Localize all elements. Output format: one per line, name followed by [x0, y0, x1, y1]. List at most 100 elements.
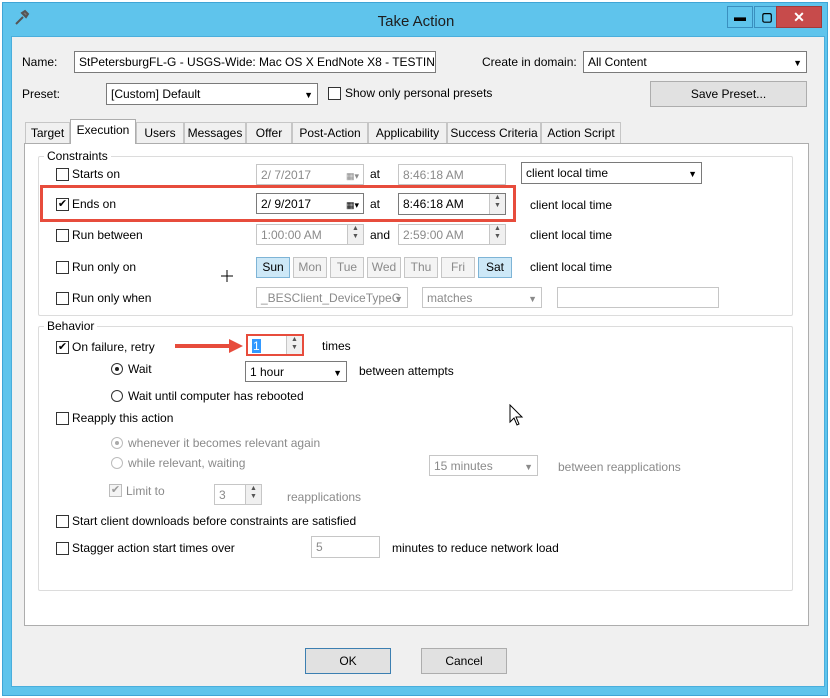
run-only-on-checkbox[interactable]	[56, 261, 69, 274]
timezone-value: client local time	[526, 166, 609, 180]
between-reapplications-label: between reapplications	[558, 460, 681, 474]
personal-presets-label: Show only personal presets	[345, 86, 493, 100]
ends-on-tz-label: client local time	[530, 198, 613, 212]
stagger-minutes-input[interactable]: 5	[311, 536, 380, 558]
retry-checkbox[interactable]: ✔	[56, 341, 69, 354]
reapplications-label: reapplications	[287, 490, 362, 504]
run-only-when-operator-select[interactable]: matches ▼	[422, 287, 542, 308]
run-between-tz-label: client local time	[530, 228, 613, 242]
run-only-when-checkbox[interactable]	[56, 292, 69, 305]
day-wed-toggle[interactable]: Wed	[367, 257, 401, 278]
run-between-end-input[interactable]: 2:59:00 AM ▲ ▼	[398, 224, 506, 245]
chevron-down-icon: ▼	[793, 58, 802, 68]
crosshair-cursor-icon	[221, 270, 233, 282]
relevant-again-radio[interactable]	[111, 437, 123, 449]
calendar-icon: ▦▾	[345, 171, 359, 181]
ends-on-date-picker[interactable]: 2/ 9/2017 ▦▾	[256, 193, 364, 214]
run-only-when-property-select[interactable]: _BESClient_DeviceTypeC ▼	[256, 287, 408, 308]
close-button[interactable]: ✕	[776, 6, 822, 28]
wait-label: Wait	[128, 362, 152, 376]
day-tue-toggle[interactable]: Tue	[330, 257, 364, 278]
wait-interval-select[interactable]: 1 hour ▼	[245, 361, 347, 382]
name-input[interactable]: StPetersburgFL-G - USGS-Wide: Mac OS X E…	[74, 51, 436, 73]
day-fri-toggle[interactable]: Fri	[441, 257, 475, 278]
run-between-start-spinner[interactable]: ▲ ▼	[347, 225, 363, 244]
run-between-end-spinner[interactable]: ▲ ▼	[489, 225, 505, 244]
ends-on-label: Ends on	[72, 197, 117, 211]
run-between-checkbox[interactable]	[56, 229, 69, 242]
domain-select[interactable]: All Content ▼	[583, 51, 807, 73]
wait-reboot-label: Wait until computer has rebooted	[128, 389, 304, 403]
tab-messages[interactable]: Messages	[184, 122, 246, 143]
preset-select[interactable]: [Custom] Default ▼	[106, 83, 318, 105]
run-only-when-value-input[interactable]	[557, 287, 719, 308]
retry-count: 1	[252, 339, 261, 353]
calendar-icon: ▦▾	[345, 200, 359, 210]
retry-count-spinner[interactable]: ▲ ▼	[286, 336, 302, 354]
between-attempts-label: between attempts	[359, 364, 454, 378]
save-preset-button[interactable]: Save Preset...	[650, 81, 807, 107]
limit-count-spinner[interactable]: ▲ ▼	[245, 485, 261, 504]
tab-action-script[interactable]: Action Script	[541, 122, 621, 143]
retry-count-input[interactable]: 1 ▲ ▼	[246, 334, 304, 356]
name-label: Name:	[22, 55, 58, 69]
tab-execution[interactable]: Execution	[70, 119, 136, 144]
tab-offer[interactable]: Offer	[246, 122, 292, 143]
ends-on-time-input[interactable]: 8:46:18 AM ▲ ▼	[398, 193, 506, 215]
window-title: Take Action	[377, 13, 455, 30]
arrow-pointer-icon	[173, 337, 245, 355]
personal-presets-checkbox[interactable]	[328, 87, 341, 100]
run-only-when-label: Run only when	[72, 291, 152, 305]
run-between-and-label: and	[370, 228, 391, 242]
ends-on-time-spinner[interactable]: ▲ ▼	[489, 194, 505, 214]
tab-users[interactable]: Users	[136, 122, 184, 143]
reapply-interval-select[interactable]: 15 minutes ▼	[429, 455, 538, 476]
starts-on-checkbox[interactable]	[56, 168, 69, 181]
relevant-again-label: whenever it becomes relevant again	[128, 436, 321, 450]
start-downloads-checkbox[interactable]	[56, 515, 69, 528]
stagger-checkbox[interactable]	[56, 542, 69, 555]
starts-on-date-picker[interactable]: 2/ 7/2017 ▦▾	[256, 164, 364, 185]
run-between-label: Run between	[72, 228, 143, 242]
tab-target[interactable]: Target	[25, 122, 70, 143]
reapply-label: Reapply this action	[72, 411, 174, 425]
domain-label: Create in domain:	[482, 55, 577, 69]
preset-value: [Custom] Default	[111, 87, 201, 101]
while-relevant-label: while relevant, waiting	[128, 456, 246, 470]
tab-success-criteria[interactable]: Success Criteria	[447, 122, 541, 143]
cancel-button[interactable]: Cancel	[421, 648, 507, 674]
while-relevant-radio[interactable]	[111, 457, 123, 469]
run-only-when-property: _BESClient_DeviceTypeC	[261, 291, 401, 305]
run-only-on-tz-label: client local time	[530, 260, 613, 274]
reapply-checkbox[interactable]	[56, 412, 69, 425]
day-sat-toggle[interactable]: Sat	[478, 257, 512, 278]
run-between-start: 1:00:00 AM	[261, 228, 322, 242]
day-thu-toggle[interactable]: Thu	[404, 257, 438, 278]
run-only-on-label: Run only on	[72, 260, 137, 274]
ends-on-checkbox[interactable]: ✔	[56, 198, 69, 211]
starts-on-time-input[interactable]: 8:46:18 AM	[398, 164, 506, 185]
stagger-suffix-label: minutes to reduce network load	[392, 541, 559, 555]
wait-reboot-radio[interactable]	[111, 390, 123, 402]
run-between-start-input[interactable]: 1:00:00 AM ▲ ▼	[256, 224, 364, 245]
limit-count-input[interactable]: 3 ▲ ▼	[214, 484, 262, 505]
timezone-select[interactable]: client local time ▼	[521, 162, 702, 184]
chevron-down-icon: ▼	[304, 90, 313, 100]
tab-applicability[interactable]: Applicability	[368, 122, 447, 143]
minimize-button[interactable]: ▬	[727, 6, 753, 28]
start-downloads-label: Start client downloads before constraint…	[72, 514, 357, 528]
day-sun-toggle[interactable]: Sun	[256, 257, 290, 278]
ends-on-at-label: at	[370, 197, 381, 211]
tab-post-action[interactable]: Post-Action	[292, 122, 368, 143]
day-mon-toggle[interactable]: Mon	[293, 257, 327, 278]
ends-on-time: 8:46:18 AM	[403, 197, 464, 211]
starts-on-label: Starts on	[72, 167, 121, 181]
mouse-pointer-icon	[509, 403, 525, 428]
stagger-label: Stagger action start times over	[72, 541, 235, 555]
ok-button[interactable]: OK	[305, 648, 391, 674]
wait-interval: 1 hour	[250, 365, 285, 379]
limit-checkbox[interactable]: ✔	[109, 484, 122, 497]
starts-on-time: 8:46:18 AM	[403, 168, 464, 182]
reapply-interval: 15 minutes	[434, 459, 493, 473]
wait-radio[interactable]	[111, 363, 123, 375]
